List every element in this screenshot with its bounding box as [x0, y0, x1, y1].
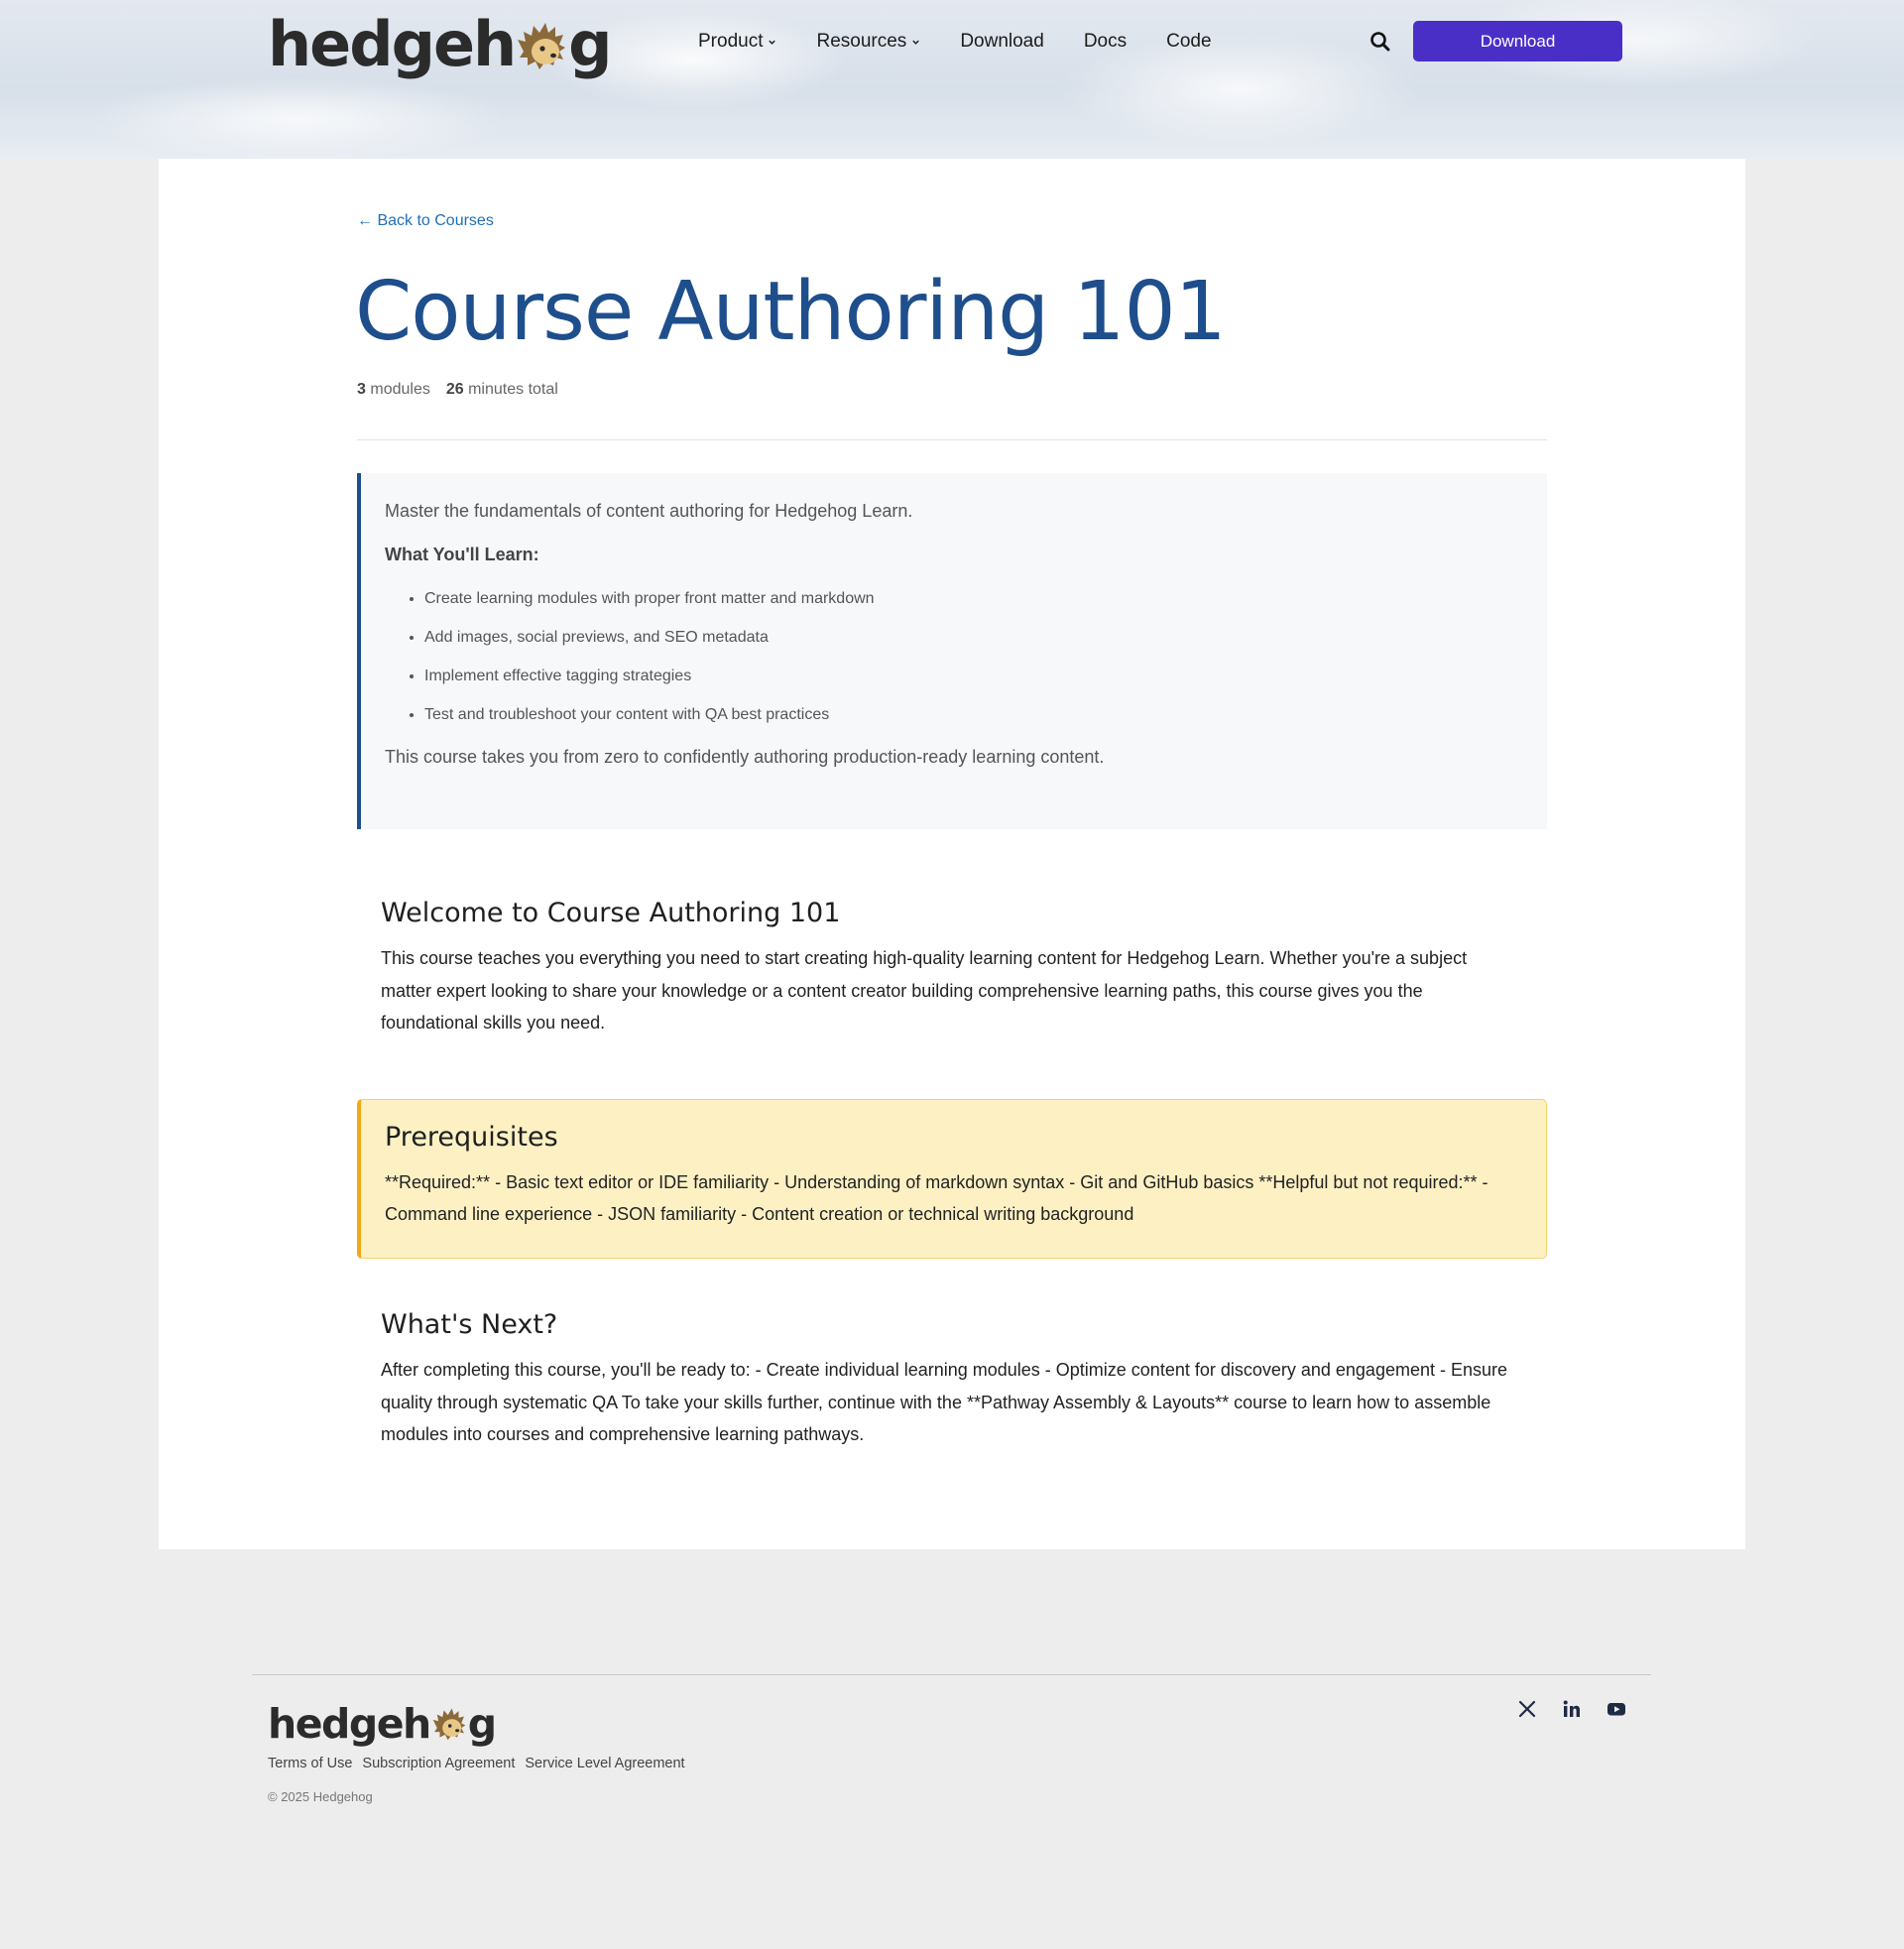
prerequisites-callout: Prerequisites **Required:** - Basic text…	[357, 1099, 1547, 1259]
site-header: hedgeh g Product Resources Download Docs	[0, 0, 1904, 159]
welcome-heading: Welcome to Course Authoring 101	[381, 898, 841, 928]
summary-outro: This course takes you from zero to confi…	[385, 747, 1105, 767]
whats-next-body: After completing this course, you'll be …	[381, 1360, 1508, 1444]
welcome-body: This course teaches you everything you n…	[381, 948, 1468, 1033]
footer-divider	[252, 1674, 1651, 1675]
search-icon[interactable]	[1368, 30, 1392, 54]
back-to-courses-link[interactable]: ← Back to Courses	[357, 212, 494, 230]
nav-item-resources[interactable]: Resources	[816, 29, 920, 55]
x-twitter-icon[interactable]	[1515, 1697, 1539, 1721]
nav-item-label: Docs	[1083, 31, 1128, 52]
minutes-label: minutes total	[468, 381, 558, 398]
footer-hedgehog-logo[interactable]: hedgeh g	[268, 1698, 497, 1750]
copyright: © 2025 Hedgehog	[268, 1789, 373, 1804]
modules-count: 3	[357, 381, 366, 398]
modules-count-meta: 3 modules	[357, 381, 430, 399]
whats-next-heading: What's Next?	[381, 1309, 558, 1340]
hedgehog-logo[interactable]: hedgeh g	[268, 6, 613, 81]
summary-intro: Master the fundamentals of content autho…	[385, 501, 913, 521]
nav-item-docs[interactable]: Docs	[1084, 29, 1127, 55]
chevron-down-icon	[912, 40, 920, 45]
logo-text-left: hedgeh	[268, 7, 517, 80]
logo-text-right: g	[568, 7, 612, 80]
logo-text-left: hedgeh	[268, 1700, 431, 1748]
learn-list: Create learning modules with proper fron…	[385, 589, 1523, 725]
learn-list-item: Add images, social previews, and SEO met…	[424, 628, 1523, 648]
course-meta: 3 modules 26 minutes total	[357, 381, 558, 399]
youtube-icon[interactable]	[1605, 1697, 1628, 1721]
nav-item-label: Resources	[816, 31, 907, 52]
page-title: Course Authoring 101	[355, 265, 1227, 359]
main-nav: Product Resources Download Docs Code	[698, 29, 1212, 55]
linkedin-icon[interactable]	[1560, 1697, 1584, 1721]
title-divider	[357, 439, 1547, 440]
prerequisites-body: **Required:** - Basic text editor or IDE…	[385, 1172, 1488, 1224]
learn-list-item: Test and troubleshoot your content with …	[424, 705, 1523, 725]
footer-link-subscription[interactable]: Subscription Agreement	[362, 1756, 515, 1771]
welcome-section: Welcome to Course Authoring 101 This cou…	[381, 898, 1507, 1039]
course-summary: Master the fundamentals of content autho…	[357, 473, 1547, 829]
whats-next-section: What's Next? After completing this cours…	[381, 1309, 1507, 1451]
minutes-total-meta: 26 minutes total	[446, 381, 558, 399]
footer-link-terms[interactable]: Terms of Use	[268, 1756, 352, 1771]
nav-item-code[interactable]: Code	[1166, 29, 1211, 55]
nav-item-label: Code	[1166, 31, 1212, 52]
hedgehog-mascot-icon	[431, 1705, 467, 1743]
minutes-count: 26	[445, 381, 464, 398]
download-button[interactable]: Download	[1413, 21, 1622, 61]
logo-text-right: g	[467, 1700, 497, 1748]
chevron-down-icon	[769, 40, 776, 45]
hedgehog-mascot-icon	[516, 16, 567, 71]
nav-item-label: Download	[960, 31, 1044, 52]
footer-link-sla[interactable]: Service Level Agreement	[525, 1756, 684, 1771]
footer-links: Terms of Use Subscription Agreement Serv…	[268, 1756, 685, 1771]
nav-item-product[interactable]: Product	[698, 29, 776, 55]
learn-list-item: Create learning modules with proper fron…	[424, 589, 1523, 609]
nav-item-label: Product	[698, 31, 764, 52]
learn-title: What You'll Learn:	[385, 545, 539, 564]
learn-list-item: Implement effective tagging strategies	[424, 667, 1523, 686]
nav-item-download[interactable]: Download	[960, 29, 1044, 55]
modules-label: modules	[370, 381, 430, 398]
prerequisites-heading: Prerequisites	[385, 1122, 558, 1153]
